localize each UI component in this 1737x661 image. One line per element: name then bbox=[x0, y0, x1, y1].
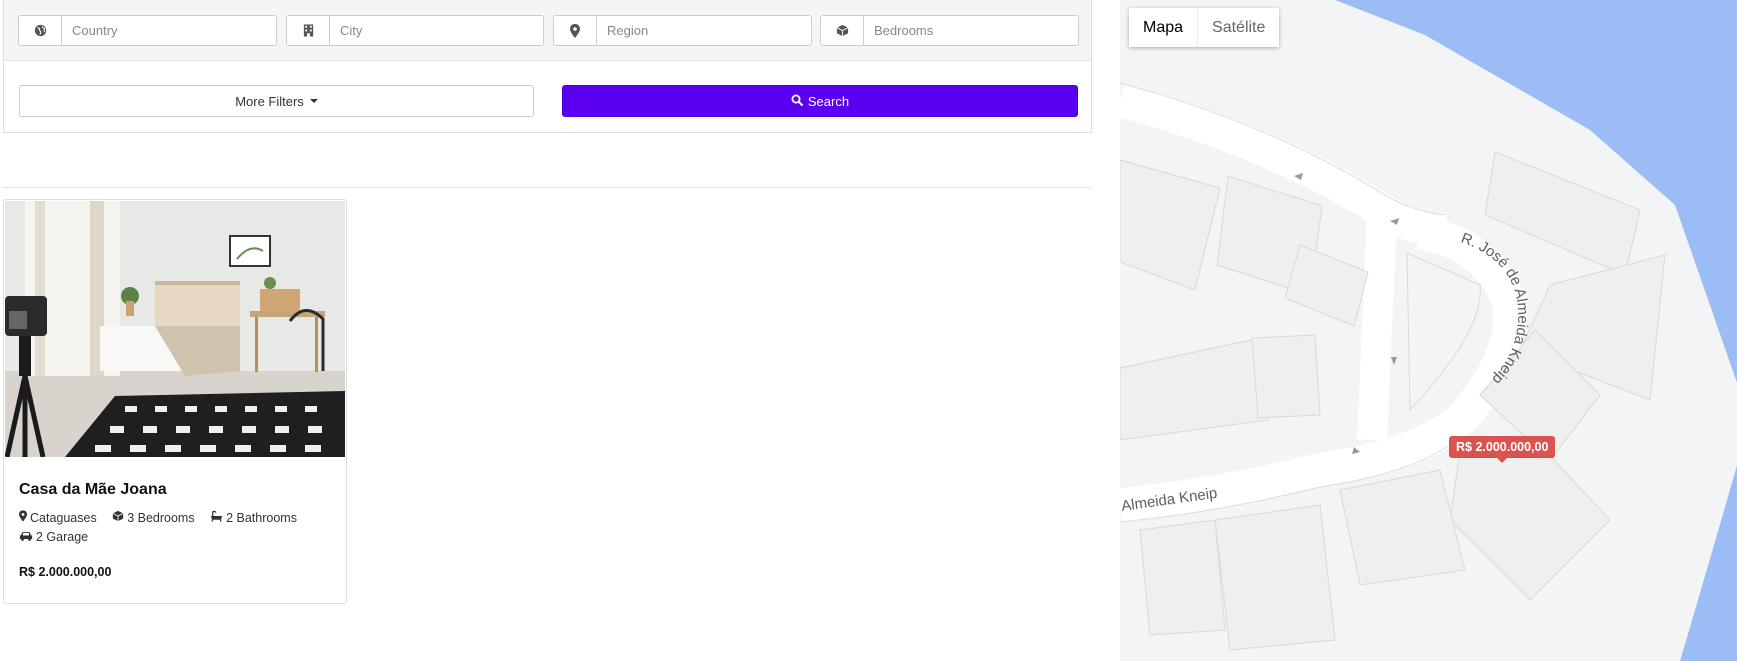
map-marker-icon bbox=[554, 16, 597, 45]
cube-icon bbox=[821, 16, 864, 45]
garage-text: 2 Garage bbox=[36, 530, 89, 544]
filter-panel: More Filters Search bbox=[3, 0, 1092, 133]
map-type-control: Mapa Satélite bbox=[1129, 8, 1280, 47]
more-filters-button[interactable]: More Filters bbox=[19, 85, 534, 117]
bathrooms-text: 2 Bathrooms bbox=[226, 511, 297, 525]
city-input[interactable] bbox=[330, 16, 543, 45]
map-canvas[interactable]: R. José de Almeida Kneip Almeida Kneip bbox=[1120, 0, 1737, 661]
property-title[interactable]: Casa da Mãe Joana bbox=[19, 481, 167, 499]
results-panel: More Filters Search bbox=[0, 0, 1120, 661]
city-meta: Cataguases bbox=[19, 509, 97, 528]
property-price: R$ 2.000.000,00 bbox=[19, 565, 112, 579]
price-marker[interactable]: R$ 2.000.000,00 bbox=[1449, 436, 1556, 463]
globe-icon bbox=[19, 16, 62, 45]
bedrooms-input[interactable] bbox=[864, 16, 1078, 45]
city-input-group bbox=[286, 15, 544, 46]
property-card[interactable]: Casa da Mãe Joana Cataguases 3 Bedrooms … bbox=[3, 199, 347, 604]
building-icon bbox=[287, 16, 330, 45]
more-filters-label: More Filters bbox=[235, 93, 304, 109]
bathrooms-meta: 2 Bathrooms bbox=[210, 509, 297, 528]
map-type-satellite-button[interactable]: Satélite bbox=[1197, 8, 1280, 47]
country-input-group bbox=[18, 15, 277, 46]
caret-down-icon bbox=[309, 99, 318, 103]
country-input[interactable] bbox=[62, 16, 276, 45]
map-view[interactable]: R. José de Almeida Kneip Almeida Kneip M… bbox=[1120, 0, 1737, 661]
property-photo[interactable] bbox=[5, 201, 345, 457]
cube-icon bbox=[112, 509, 124, 528]
search-button[interactable]: Search bbox=[562, 85, 1078, 117]
search-icon bbox=[791, 94, 803, 109]
property-meta: Cataguases 3 Bedrooms 2 Bathrooms 2 Gara… bbox=[19, 509, 339, 547]
bathtub-icon bbox=[210, 509, 223, 528]
bedrooms-text: 3 Bedrooms bbox=[127, 511, 195, 525]
region-input[interactable] bbox=[597, 16, 811, 45]
map-type-map-button[interactable]: Mapa bbox=[1129, 8, 1198, 47]
city-text: Cataguases bbox=[30, 511, 97, 525]
bedrooms-input-group bbox=[820, 15, 1079, 46]
car-icon bbox=[19, 528, 33, 547]
search-label: Search bbox=[807, 93, 850, 109]
region-input-group bbox=[553, 15, 812, 46]
divider bbox=[3, 187, 1092, 188]
garage-meta: 2 Garage bbox=[19, 528, 88, 547]
map-marker-icon bbox=[19, 509, 27, 528]
bedrooms-meta: 3 Bedrooms bbox=[112, 509, 195, 528]
